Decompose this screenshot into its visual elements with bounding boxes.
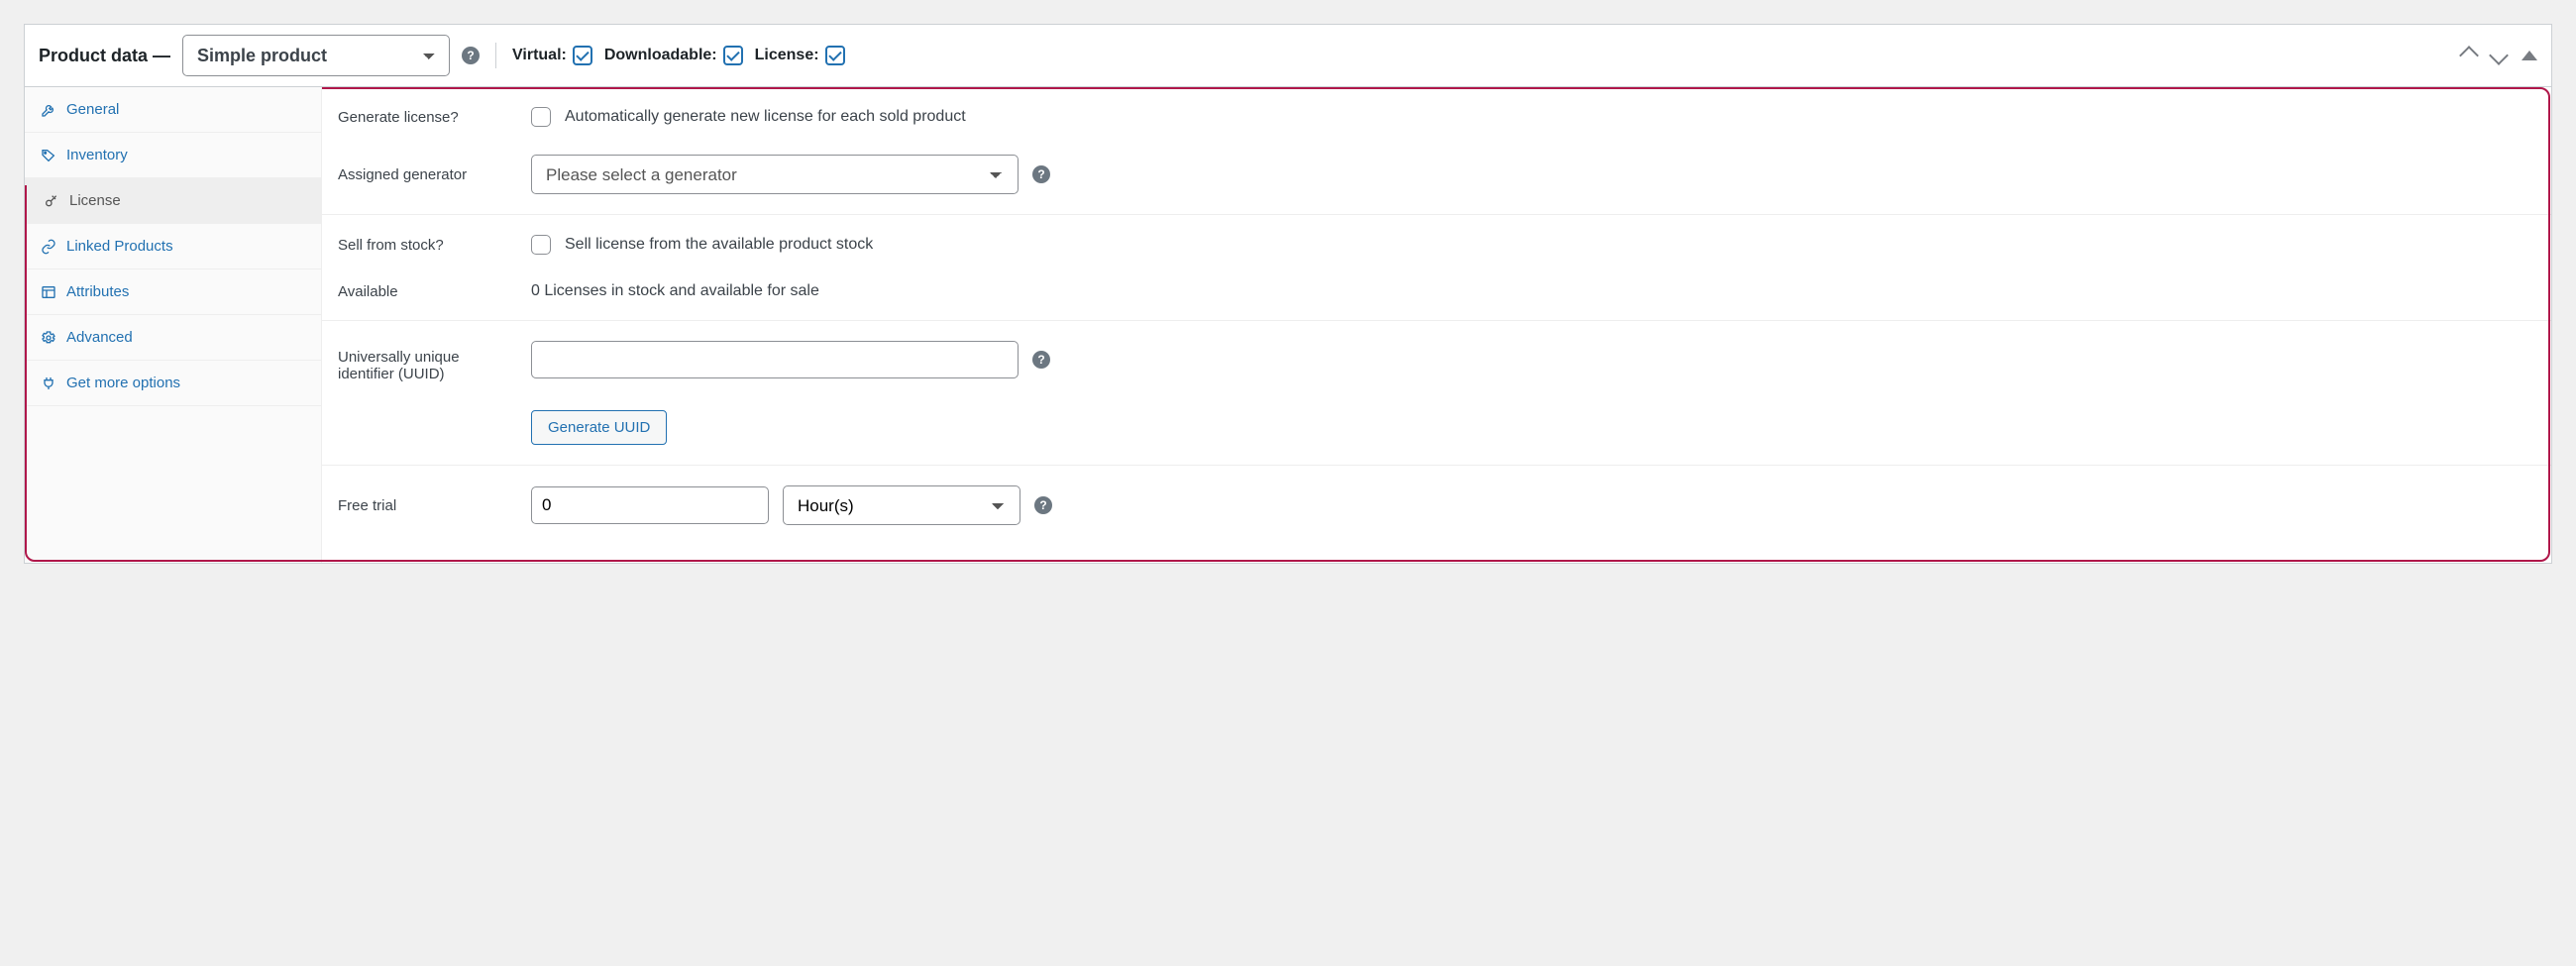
tab-label: Attributes (66, 283, 129, 300)
help-icon[interactable]: ? (1032, 351, 1050, 369)
collapse-icon[interactable] (2522, 51, 2537, 60)
tab-linked-products[interactable]: Linked Products (25, 224, 321, 269)
row-available: Available 0 Licenses in stock and availa… (322, 268, 2551, 314)
panel-header: Product data — Simple product ? Virtual:… (25, 25, 2551, 87)
tab-advanced[interactable]: Advanced (25, 315, 321, 361)
help-icon[interactable]: ? (1032, 165, 1050, 183)
uuid-input[interactable] (531, 341, 1019, 378)
tab-label: Inventory (66, 147, 128, 163)
tab-label: Get more options (66, 375, 180, 391)
sell-stock-checkbox[interactable] (531, 235, 551, 255)
tab-label: Linked Products (66, 238, 173, 255)
license-label: License: (755, 47, 819, 64)
row-assigned-generator: Assigned generator Please select a gener… (322, 141, 2551, 208)
key-icon (44, 193, 59, 209)
uuid-label: Universally unique identifier (UUID) (338, 341, 511, 382)
tab-label: General (66, 101, 119, 118)
content: Generate license? Automatically generate… (322, 87, 2551, 563)
tab-license[interactable]: License (25, 178, 321, 224)
sell-stock-desc: Sell license from the available product … (565, 236, 873, 254)
move-up-icon[interactable] (2459, 46, 2479, 65)
row-free-trial: Free trial Hour(s) ? (322, 472, 2551, 539)
assigned-generator-select[interactable]: Please select a generator (531, 155, 1019, 194)
virtual-label: Virtual: (512, 47, 567, 64)
free-trial-label: Free trial (338, 497, 511, 514)
wrench-icon (41, 102, 56, 118)
tab-get-more-options[interactable]: Get more options (25, 361, 321, 406)
downloadable-checkbox[interactable] (723, 46, 743, 65)
row-sell-from-stock: Sell from stock? Sell license from the a… (322, 221, 2551, 268)
panel-title: Product data — (39, 46, 170, 66)
tab-attributes[interactable]: Attributes (25, 269, 321, 315)
license-checkbox-group: License: (755, 46, 845, 65)
panel-header-actions (2462, 49, 2537, 62)
available-label: Available (338, 283, 511, 300)
downloadable-checkbox-group: Downloadable: (604, 46, 743, 65)
tab-label: Advanced (66, 329, 133, 346)
tag-icon (41, 148, 56, 163)
license-checkbox[interactable] (825, 46, 845, 65)
generate-license-desc: Automatically generate new license for e… (565, 108, 966, 126)
move-down-icon[interactable] (2489, 46, 2509, 65)
generate-license-label: Generate license? (338, 109, 511, 126)
divider (495, 43, 496, 68)
row-generate-license: Generate license? Automatically generate… (322, 93, 2551, 141)
virtual-checkbox[interactable] (573, 46, 592, 65)
available-desc: 0 Licenses in stock and available for sa… (531, 282, 819, 300)
sidebar: General Inventory License Linked Product… (25, 87, 322, 563)
tab-general[interactable]: General (25, 87, 321, 133)
plug-icon (41, 376, 56, 391)
row-uuid: Universally unique identifier (UUID) ? (322, 327, 2551, 396)
row-generate-uuid: Generate UUID (322, 396, 2551, 459)
downloadable-label: Downloadable: (604, 47, 717, 64)
link-icon (41, 239, 56, 255)
free-trial-unit-select[interactable]: Hour(s) (783, 485, 1020, 525)
gear-icon (41, 330, 56, 346)
sell-stock-label: Sell from stock? (338, 237, 511, 254)
panel-body: General Inventory License Linked Product… (25, 87, 2551, 563)
generate-uuid-button[interactable]: Generate UUID (531, 410, 667, 445)
assigned-generator-label: Assigned generator (338, 166, 511, 183)
virtual-checkbox-group: Virtual: (512, 46, 592, 65)
tab-label: License (69, 192, 121, 209)
help-icon[interactable]: ? (462, 47, 480, 64)
layout-icon (41, 284, 56, 300)
tab-inventory[interactable]: Inventory (25, 133, 321, 178)
product-data-panel: Product data — Simple product ? Virtual:… (24, 24, 2552, 564)
generate-license-checkbox[interactable] (531, 107, 551, 127)
free-trial-value-input[interactable] (531, 486, 769, 524)
help-icon[interactable]: ? (1034, 496, 1052, 514)
product-type-select[interactable]: Simple product (182, 35, 450, 76)
